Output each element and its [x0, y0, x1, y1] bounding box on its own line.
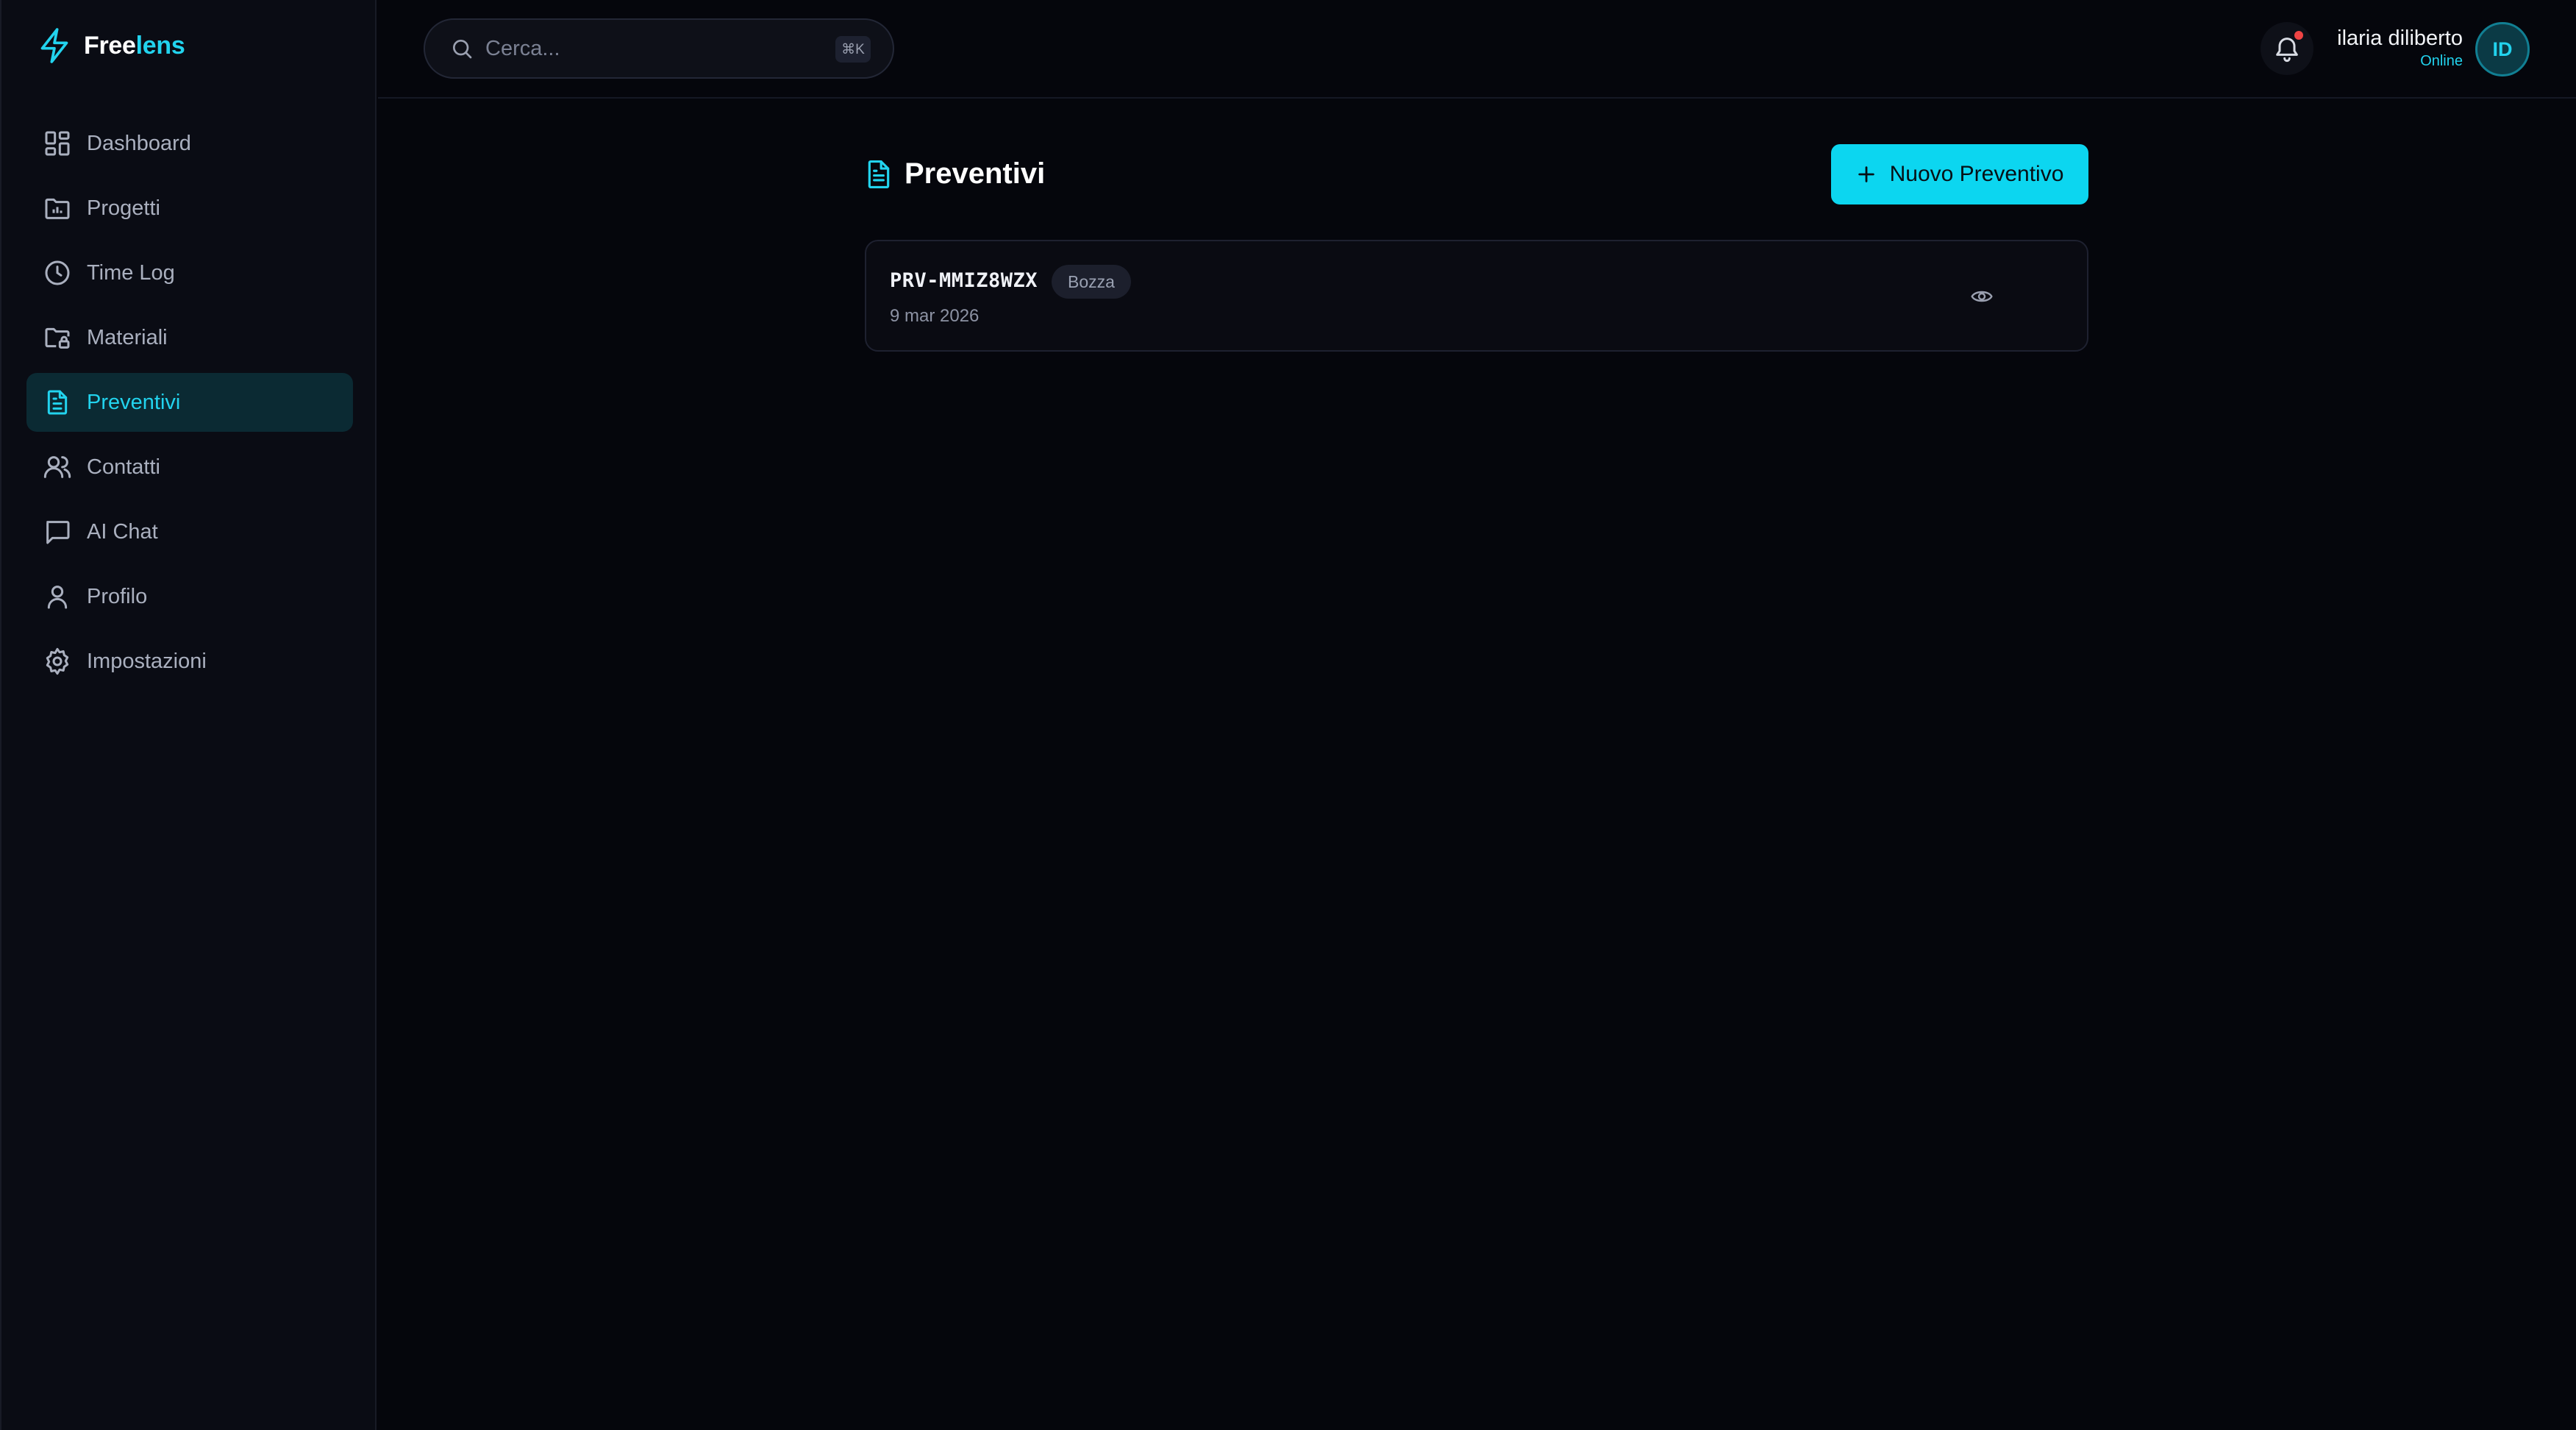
- quote-code: PRV-MMIZ8WZX: [890, 269, 1038, 292]
- folder-lock-icon: [45, 327, 70, 349]
- sidebar-item-label: Dashboard: [87, 131, 191, 155]
- avatar[interactable]: ID: [2475, 22, 2530, 77]
- gear-icon: [46, 647, 69, 675]
- sidebar-item-contatti[interactable]: Contatti: [26, 438, 353, 497]
- new-quote-button[interactable]: Nuovo Preventivo: [1831, 144, 2088, 204]
- sidebar-item-preventivi[interactable]: Preventivi: [26, 373, 353, 432]
- page-title-text: Preventivi: [905, 157, 1046, 190]
- quote-date: 9 mar 2026: [890, 306, 980, 326]
- notifications-button[interactable]: [2261, 22, 2313, 75]
- sidebar: Freelens Dashboard Progetti Time Log Mat…: [0, 0, 377, 1430]
- lightning-icon: [40, 28, 68, 63]
- document-icon: [868, 160, 890, 188]
- sidebar-item-materiali[interactable]: Materiali: [26, 308, 353, 367]
- view-quote-button[interactable]: [1963, 278, 2000, 315]
- sidebar-item-profilo[interactable]: Profilo: [26, 567, 353, 626]
- document-icon: [47, 390, 68, 415]
- chat-icon: [46, 521, 70, 544]
- user-icon: [47, 586, 68, 609]
- new-quote-button-label: Nuovo Preventivo: [1889, 162, 2064, 186]
- plus-icon: [1858, 166, 1874, 182]
- sidebar-item-time-log[interactable]: Time Log: [26, 243, 353, 302]
- search-shortcut-badge: ⌘K: [835, 36, 871, 63]
- eye-icon: [1971, 291, 1993, 302]
- status-badge: Bozza: [1052, 265, 1131, 299]
- app-root: Freelens Dashboard Progetti Time Log Mat…: [0, 0, 2576, 1430]
- folder-chart-icon: [45, 198, 70, 219]
- dashboard-icon: [45, 131, 70, 156]
- sidebar-item-label: Progetti: [87, 196, 160, 220]
- sidebar-item-label: AI Chat: [87, 519, 158, 544]
- search-placeholder: Cerca...: [485, 36, 560, 60]
- sidebar-item-label: Materiali: [87, 325, 168, 349]
- brand-logo[interactable]: Freelens: [38, 26, 185, 65]
- user-status: Online: [2420, 53, 2463, 69]
- sidebar-item-label: Impostazioni: [87, 649, 207, 673]
- page-header: Preventivi Nuovo Preventivo: [865, 144, 2088, 206]
- sidebar-nav: Dashboard Progetti Time Log Materiali Pr…: [26, 114, 353, 697]
- sidebar-item-label: Time Log: [87, 260, 175, 285]
- sidebar-item-label: Profilo: [87, 584, 148, 608]
- user-name: ilaria diliberto: [2337, 26, 2463, 50]
- clock-icon: [45, 260, 70, 285]
- sidebar-item-impostazioni[interactable]: Impostazioni: [26, 632, 353, 691]
- sidebar-item-label: Preventivi: [87, 390, 181, 414]
- sidebar-item-label: Contatti: [87, 455, 160, 479]
- brand-name: Freelens: [84, 31, 185, 60]
- sidebar-item-progetti[interactable]: Progetti: [26, 179, 353, 238]
- topbar: Cerca... ⌘K ilaria diliberto Online ID: [378, 0, 2576, 99]
- sidebar-item-dashboard[interactable]: Dashboard: [26, 114, 353, 173]
- search-input[interactable]: Cerca... ⌘K: [424, 18, 894, 79]
- quote-card[interactable]: PRV-MMIZ8WZX Bozza 9 mar 2026: [865, 240, 2088, 352]
- page-title: Preventivi: [865, 157, 1045, 191]
- notification-dot: [2294, 31, 2303, 40]
- users-icon: [43, 456, 71, 478]
- search-icon: [453, 40, 472, 59]
- sidebar-item-ai-chat[interactable]: AI Chat: [26, 502, 353, 561]
